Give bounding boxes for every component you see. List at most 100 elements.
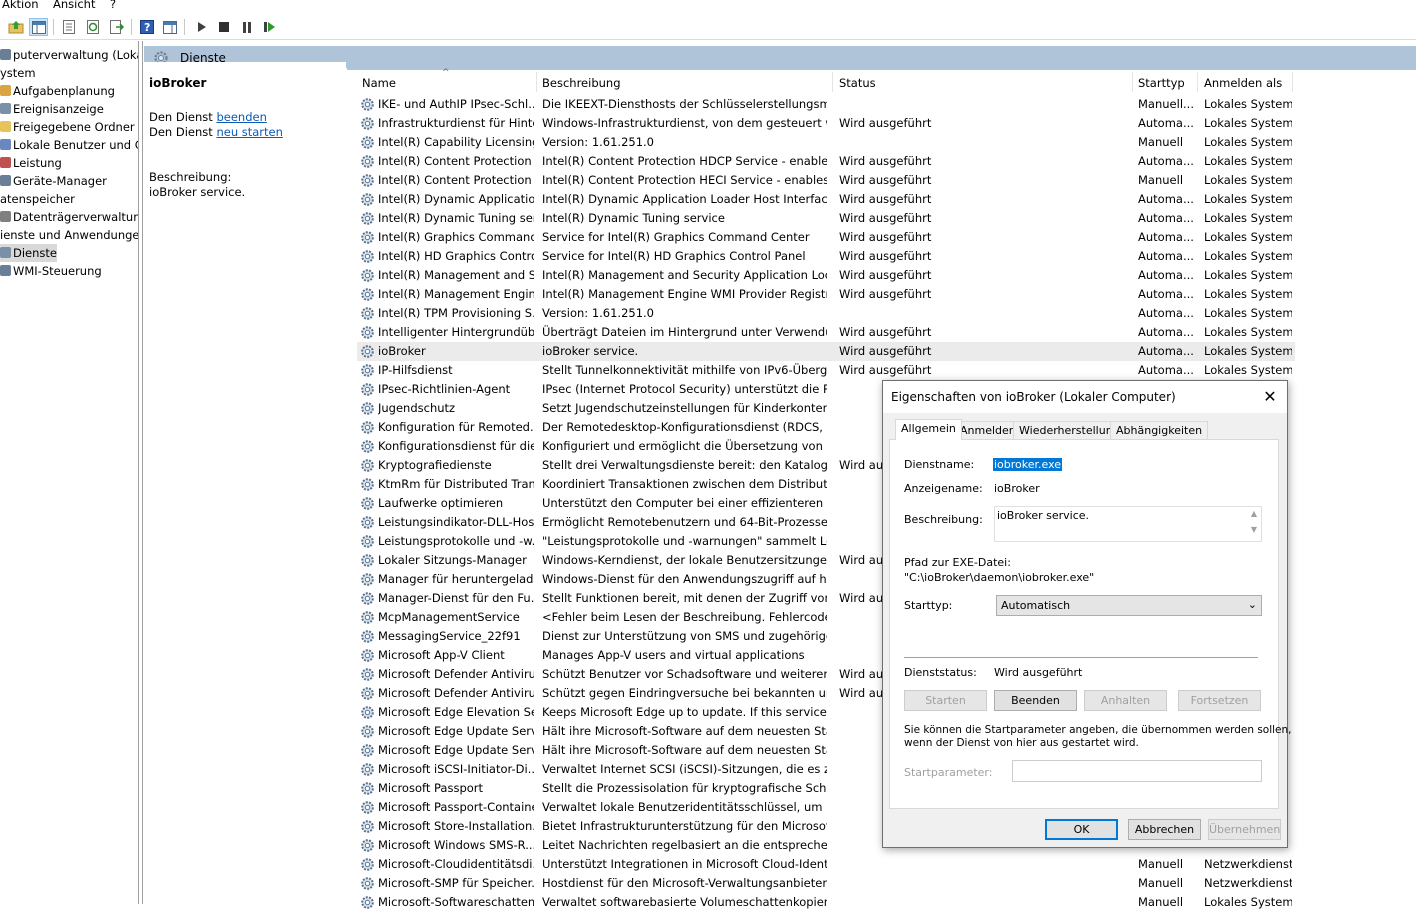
service-gear-icon xyxy=(361,554,374,567)
tree-item-5[interactable]: Lokale Benutzer und Gr xyxy=(0,136,138,154)
service-starttype: Automa... xyxy=(1138,268,1194,282)
starttype-select[interactable]: Automatisch ⌄ xyxy=(996,595,1262,616)
column-logon[interactable]: Anmelden als xyxy=(1204,76,1282,90)
tree-item-8[interactable]: atenspeicher xyxy=(0,190,75,208)
table-row[interactable]: IP-Hilfsdienst Stellt Tunnelkonnektivität… xyxy=(357,361,1295,380)
help-icon[interactable]: ? xyxy=(137,18,156,36)
service-name: Intel(R) Management Engin... xyxy=(378,287,534,301)
service-gear-icon xyxy=(361,459,374,472)
tree-item-1[interactable]: ystem xyxy=(0,64,36,82)
cancel-button[interactable]: Abbrechen xyxy=(1128,819,1201,840)
tree-item-6[interactable]: Leistung xyxy=(0,154,62,172)
view-icon[interactable] xyxy=(160,18,179,36)
service-description: Unterstützt Integrationen in Microsoft C… xyxy=(542,857,827,871)
menu-ansicht[interactable]: Ansicht xyxy=(53,0,95,11)
tree-item-11[interactable]: Dienste xyxy=(0,244,57,262)
table-row[interactable]: ioBroker ioBroker service. Wird ausgeführt… xyxy=(357,342,1295,361)
table-row[interactable]: Intelligenter Hintergrundüb... Überträgt … xyxy=(357,323,1295,342)
column-description[interactable]: Beschreibung xyxy=(542,76,621,90)
description-textbox[interactable]: ioBroker service. ▲ ▼ xyxy=(994,506,1262,542)
service-gear-icon xyxy=(361,611,374,624)
table-row[interactable]: Infrastrukturdienst für Hinte... Windows-… xyxy=(357,114,1295,133)
pause-button[interactable]: Anhalten xyxy=(1084,690,1167,711)
pane-splitter[interactable] xyxy=(140,41,143,904)
menu-aktion[interactable]: Aktion xyxy=(2,0,39,11)
service-description: Intel(R) Dynamic Tuning service xyxy=(542,211,725,225)
export-icon[interactable] xyxy=(107,18,126,36)
service-description: Intel(R) Management and Security Applica… xyxy=(542,268,827,282)
tree-item-10[interactable]: ienste und Anwendungen xyxy=(0,226,138,244)
table-row[interactable]: Intel(R) Capability Licensing... Version:… xyxy=(357,133,1295,152)
dialog-titlebar[interactable]: Eigenschaften von ioBroker (Lokaler Comp… xyxy=(883,381,1287,413)
service-description: Verwaltet softwarebasierte Volumeschatte… xyxy=(542,895,827,909)
column-name[interactable]: Name xyxy=(362,76,396,90)
tree-item-2[interactable]: Aufgabenplanung xyxy=(0,82,115,100)
start-params-input[interactable] xyxy=(1012,760,1262,782)
table-row[interactable]: Microsoft-SMP für Speicher... Hostdienst … xyxy=(357,874,1295,893)
service-logon: Lokales System xyxy=(1204,249,1292,263)
column-starttype[interactable]: Starttyp xyxy=(1138,76,1185,90)
service-description: Intel(R) Content Protection HECI Service… xyxy=(542,173,827,187)
restart-service-link[interactable]: neu starten xyxy=(216,125,282,139)
table-row[interactable]: Intel(R) Management and S... Intel(R) Man… xyxy=(357,266,1295,285)
folder-up-icon[interactable] xyxy=(6,18,25,36)
stop-service-link[interactable]: beenden xyxy=(216,110,266,124)
tree-item-0[interactable]: puterverwaltung (Lokal) xyxy=(0,46,138,64)
menu-help[interactable]: ? xyxy=(110,0,116,11)
service-gear-icon xyxy=(361,706,374,719)
table-row[interactable]: Intel(R) Content Protection ... Intel(R) … xyxy=(357,171,1295,190)
table-row[interactable]: Intel(R) Graphics Command... Service for … xyxy=(357,228,1295,247)
service-description: Setzt Jugendschutzeinstellungen für Kind… xyxy=(542,401,827,415)
play-icon[interactable] xyxy=(192,18,211,36)
stop-icon[interactable] xyxy=(214,18,233,36)
service-gear-icon xyxy=(361,193,374,206)
tab-abhaengigkeiten[interactable]: Abhängigkeiten xyxy=(1110,421,1209,440)
tree-item-label: atenspeicher xyxy=(0,192,75,206)
table-row[interactable]: Intel(R) Content Protection ... Intel(R) … xyxy=(357,152,1295,171)
refresh-icon[interactable] xyxy=(83,18,102,36)
apply-button[interactable]: Übernehmen xyxy=(1208,819,1281,840)
service-gear-icon xyxy=(361,440,374,453)
table-row[interactable]: Intel(R) TPM Provisioning S... Version: 1… xyxy=(357,304,1295,323)
exe-path-value[interactable]: "C:\ioBroker\daemon\iobroker.exe" xyxy=(904,571,1094,584)
restart-icon[interactable] xyxy=(260,18,279,36)
tab-allgemein[interactable]: Allgemein xyxy=(895,419,962,440)
table-row[interactable]: Intel(R) HD Graphics Contro... Service fo… xyxy=(357,247,1295,266)
stop-button[interactable]: Beenden xyxy=(994,690,1077,711)
tree-item-7[interactable]: Geräte-Manager xyxy=(0,172,107,190)
performance-icon xyxy=(0,157,11,168)
service-logon: Lokales System xyxy=(1204,192,1292,206)
table-row[interactable]: Microsoft-Softwareschatten... Verwaltet s… xyxy=(357,893,1295,912)
scroll-down-icon[interactable]: ▼ xyxy=(1247,525,1261,534)
tab-wiederherstellung[interactable]: Wiederherstellung xyxy=(1013,421,1126,440)
service-description: "Leistungsprotokolle und -warnungen" sam… xyxy=(542,534,827,548)
service-name: Microsoft-Cloudidentitätsdi... xyxy=(378,857,534,871)
tree-item-3[interactable]: Ereignisanzeige xyxy=(0,100,104,118)
tree-item-4[interactable]: Freigegebene Ordner xyxy=(0,118,135,136)
column-status[interactable]: Status xyxy=(839,76,876,90)
pause-icon[interactable] xyxy=(237,18,256,36)
properties-icon[interactable] xyxy=(59,18,78,36)
close-icon[interactable]: ✕ xyxy=(1259,386,1281,408)
scroll-up-icon[interactable]: ▲ xyxy=(1247,509,1261,518)
general-tab-panel: Dienstname: iobroker.exe Anzeigename: io… xyxy=(889,439,1292,809)
start-button[interactable]: Starten xyxy=(904,690,987,711)
table-row[interactable]: Intel(R) Dynamic Tuning ser... Intel(R) D… xyxy=(357,209,1295,228)
tab-anmelden[interactable]: Anmelden xyxy=(954,421,1022,440)
device-manager-icon xyxy=(0,175,11,186)
resume-button[interactable]: Fortsetzen xyxy=(1178,690,1261,711)
table-row[interactable]: Intel(R) Management Engin... Intel(R) Man… xyxy=(357,285,1295,304)
description-scrollbar[interactable]: ▲ ▼ xyxy=(1247,507,1261,541)
tree-item-9[interactable]: Datenträgerverwaltung xyxy=(0,208,138,226)
table-row[interactable]: IKE- und AuthIP IPsec-Schl... Die IKEEXT-… xyxy=(357,95,1295,114)
tree-item-12[interactable]: WMI-Steuerung xyxy=(0,262,102,280)
table-row[interactable]: Intel(R) Dynamic Applicatio... Intel(R) D… xyxy=(357,190,1295,209)
table-row[interactable]: Microsoft-Cloudidentitätsdi... Unterstütz… xyxy=(357,855,1295,874)
ok-button[interactable]: OK xyxy=(1045,819,1118,840)
show-hide-tree-icon[interactable] xyxy=(29,18,48,36)
display-name-value[interactable]: ioBroker xyxy=(994,482,1040,495)
service-name-value[interactable]: iobroker.exe xyxy=(993,458,1063,471)
tree-item-label: Leistung xyxy=(13,156,62,170)
service-gear-icon xyxy=(361,269,374,282)
service-description: Unterstützt den Computer bei einer effiz… xyxy=(542,496,827,510)
